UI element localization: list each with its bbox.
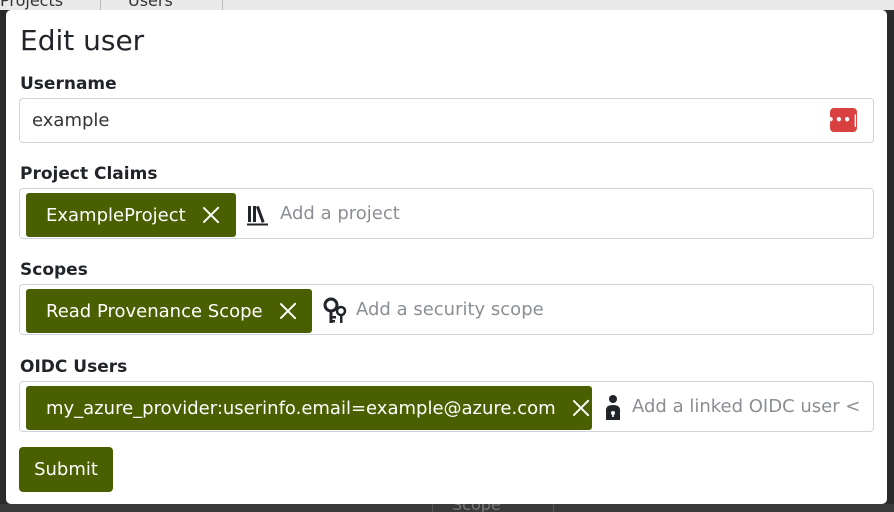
project-search-input[interactable] bbox=[280, 199, 860, 227]
edit-user-modal: Edit user Username •••| Project Claims E… bbox=[6, 10, 887, 504]
project-claims-tag-input[interactable]: ExampleProject bbox=[19, 188, 874, 239]
oidc-users-tag-input[interactable]: my_azure_provider:userinfo.email=example… bbox=[19, 381, 874, 432]
oidc-user-chip: my_azure_provider:userinfo.email=example… bbox=[26, 386, 592, 430]
oidc-users-label: OIDC Users bbox=[20, 357, 128, 377]
user-lock-icon bbox=[606, 395, 620, 420]
bg-tab-divider bbox=[100, 0, 101, 10]
project-chip: ExampleProject bbox=[26, 193, 236, 237]
scope-chip-label: Read Provenance Scope bbox=[46, 300, 263, 322]
bg-tab-projects: Projects bbox=[0, 0, 64, 10]
scopes-label: Scopes bbox=[20, 260, 88, 280]
modal-title: Edit user bbox=[20, 24, 145, 57]
close-icon[interactable] bbox=[279, 302, 292, 320]
bg-table-header: Scope bbox=[452, 504, 501, 512]
oidc-user-chip-label: my_azure_provider:userinfo.email=example… bbox=[46, 397, 556, 419]
background-table: Scope bbox=[0, 504, 894, 512]
library-books-icon bbox=[247, 205, 268, 226]
submit-button[interactable]: Submit bbox=[19, 447, 113, 492]
scope-search-input[interactable] bbox=[356, 295, 861, 323]
project-claims-label: Project Claims bbox=[20, 164, 158, 184]
background-page-header: Projects Users bbox=[0, 0, 894, 10]
scopes-tag-input[interactable]: Read Provenance Scope bbox=[19, 284, 874, 335]
scope-chip: Read Provenance Scope bbox=[26, 289, 312, 333]
username-input[interactable] bbox=[19, 98, 874, 143]
bg-tab-divider bbox=[222, 0, 223, 10]
oidc-user-search-input[interactable] bbox=[632, 392, 867, 420]
key-icon bbox=[323, 297, 347, 323]
username-label: Username bbox=[20, 74, 117, 94]
password-manager-icon[interactable]: •••| bbox=[827, 108, 859, 132]
close-icon[interactable] bbox=[202, 206, 216, 224]
project-chip-label: ExampleProject bbox=[46, 204, 186, 226]
bg-tab-users: Users bbox=[128, 0, 173, 10]
